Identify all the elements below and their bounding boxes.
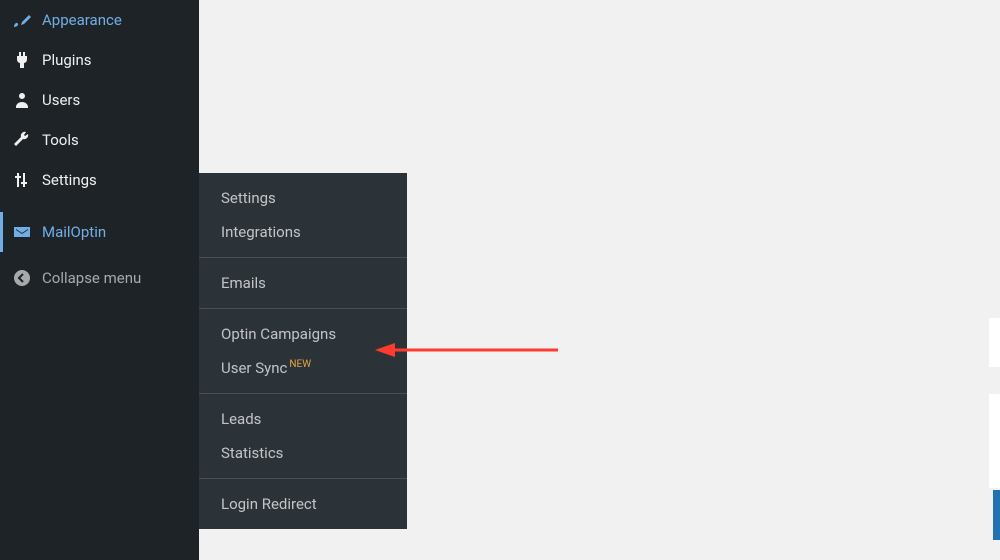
submenu-group: Emails bbox=[199, 257, 407, 308]
submenu-item-login-redirect[interactable]: Login Redirect bbox=[199, 487, 407, 521]
sidebar-item-mailoptin[interactable]: MailOptin bbox=[0, 212, 199, 252]
new-badge: NEW bbox=[289, 359, 311, 370]
panel-edge bbox=[989, 318, 1000, 367]
sidebar-item-label: Users bbox=[42, 91, 80, 109]
collapse-label: Collapse menu bbox=[42, 269, 141, 287]
sidebar-item-label: MailOptin bbox=[42, 223, 106, 241]
sidebar-item-settings[interactable]: Settings bbox=[0, 160, 199, 200]
button-edge bbox=[993, 490, 1000, 540]
wrench-icon bbox=[12, 130, 32, 150]
sidebar-item-label: Appearance bbox=[42, 11, 122, 29]
admin-sidebar: Appearance Plugins Users Tools Settings … bbox=[0, 0, 199, 560]
submenu-item-integrations[interactable]: Integrations bbox=[199, 215, 407, 249]
submenu-item-user-sync[interactable]: User SyncNEW bbox=[199, 351, 407, 385]
submenu-item-settings[interactable]: Settings bbox=[199, 181, 407, 215]
plug-icon bbox=[12, 50, 32, 70]
submenu-group: Optin Campaigns User SyncNEW bbox=[199, 308, 407, 393]
submenu-item-statistics[interactable]: Statistics bbox=[199, 436, 407, 470]
mailoptin-submenu: Settings Integrations Emails Optin Campa… bbox=[199, 173, 407, 529]
submenu-group: Leads Statistics bbox=[199, 393, 407, 478]
submenu-group: Login Redirect bbox=[199, 478, 407, 529]
envelope-icon bbox=[12, 222, 32, 242]
submenu-item-leads[interactable]: Leads bbox=[199, 402, 407, 436]
submenu-item-emails[interactable]: Emails bbox=[199, 266, 407, 300]
brush-icon bbox=[12, 10, 32, 30]
sidebar-item-plugins[interactable]: Plugins bbox=[0, 40, 199, 80]
panel-edge bbox=[989, 394, 1000, 488]
collapse-icon bbox=[12, 268, 32, 288]
user-icon bbox=[12, 90, 32, 110]
sidebar-item-label: Tools bbox=[42, 131, 79, 149]
sidebar-item-appearance[interactable]: Appearance bbox=[0, 0, 199, 40]
collapse-menu-button[interactable]: Collapse menu bbox=[0, 258, 199, 298]
sliders-icon bbox=[12, 170, 32, 190]
sidebar-item-tools[interactable]: Tools bbox=[0, 120, 199, 160]
sidebar-item-label: Settings bbox=[42, 171, 97, 189]
sidebar-item-users[interactable]: Users bbox=[0, 80, 199, 120]
submenu-item-optin-campaigns[interactable]: Optin Campaigns bbox=[199, 317, 407, 351]
sidebar-item-label: Plugins bbox=[42, 51, 91, 69]
submenu-group: Settings Integrations bbox=[199, 173, 407, 257]
